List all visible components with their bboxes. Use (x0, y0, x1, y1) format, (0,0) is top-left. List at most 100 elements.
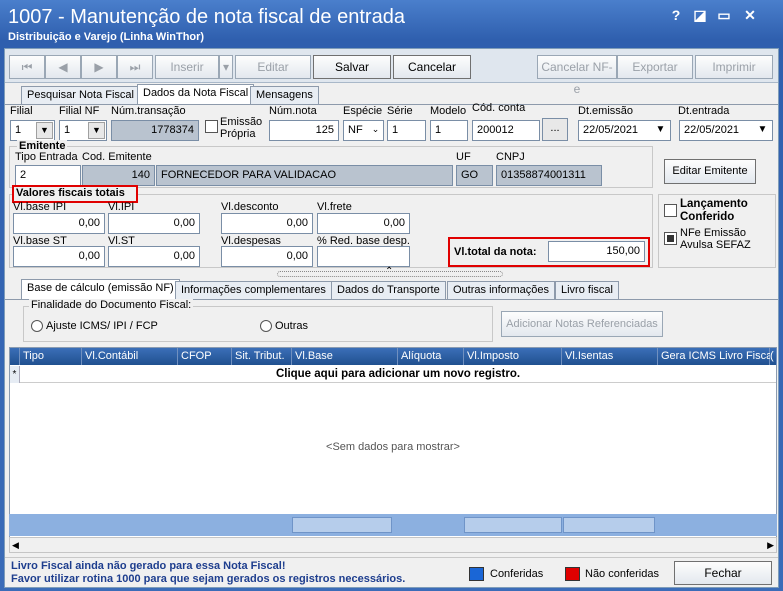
col-vl-base[interactable]: Vl.Base (292, 348, 398, 365)
window-title: 1007 - Manutenção de nota fiscal de entr… (8, 6, 405, 28)
dt-emissao-label: Dt.emissão (578, 105, 634, 117)
tab-mensagens[interactable]: Mensagens (250, 86, 319, 105)
main-panel: ⏮ ◀ ▶ ⏭ Inserir ▾ Editar Salvar Cancelar… (4, 48, 779, 588)
dt-emissao-field[interactable]: 22/05/2021 ▼ (578, 120, 671, 141)
vl-ipi-field[interactable]: 0,00 (108, 213, 200, 234)
ajuste-label: Ajuste ICMS/ IPI / FCP (46, 320, 158, 332)
conferidas-label: Conferidas (490, 568, 544, 580)
outras-radio[interactable] (260, 320, 272, 332)
tab-info-complementares[interactable]: Informações complementares (175, 281, 332, 300)
vl-st-field[interactable]: 0,00 (108, 246, 200, 267)
prev-record-button[interactable]: ◀ (45, 55, 81, 79)
scroll-left-icon[interactable]: ◀ (12, 538, 19, 552)
especie-select[interactable]: NF ⌄ (343, 120, 384, 141)
emissao-propria-checkbox[interactable] (205, 120, 218, 133)
salvar-button[interactable]: Salvar (313, 55, 391, 79)
horizontal-scrollbar[interactable]: ◀ ▶ (9, 537, 777, 553)
chevron-down-icon[interactable]: ▼ (754, 122, 771, 139)
editar-emitente-button[interactable]: Editar Emitente (664, 159, 756, 184)
filial-select[interactable]: 1 ▼ (10, 120, 55, 141)
vl-base-ipi-label: Vl.base IPI (13, 201, 67, 213)
tab-pesquisar[interactable]: Pesquisar Nota Fiscal (21, 86, 140, 105)
num-transacao-label: Núm.transação (111, 105, 186, 117)
imprimir-button[interactable]: Imprimir (695, 55, 773, 79)
footer-vl-imposto (464, 517, 562, 533)
serie-field[interactable]: 1 (387, 120, 426, 141)
cod-emitente-label: Cod. Emitente (82, 151, 152, 163)
dt-entrada-label: Dt.entrada (678, 105, 730, 117)
col-cfop[interactable]: CFOP (178, 348, 232, 365)
col-vl-imposto[interactable]: Vl.Imposto (464, 348, 562, 365)
adicionar-notas-button[interactable]: Adicionar Notas Referenciadas (501, 311, 663, 337)
modelo-label: Modelo (430, 105, 467, 117)
first-record-button[interactable]: ⏮ (9, 55, 45, 79)
vl-ipi-label: Vl.IPI (108, 201, 135, 213)
tab-dados-transporte[interactable]: Dados do Transporte (331, 281, 446, 300)
chevron-down-icon[interactable]: ▼ (36, 122, 53, 139)
col-sit-tribut[interactable]: Sit. Tribut. (232, 348, 292, 365)
window-subtitle: Distribuição e Varejo (Linha WinThor) (8, 31, 205, 43)
empty-message: <Sem dados para mostrar> (326, 441, 460, 453)
uf-label: UF (456, 151, 471, 163)
editar-button[interactable]: Editar (235, 55, 311, 79)
cancelar-button[interactable]: Cancelar (393, 55, 471, 79)
nao-conferidas-swatch (565, 567, 580, 581)
chevron-down-icon[interactable]: ▼ (88, 122, 105, 139)
vl-base-ipi-field[interactable]: 0,00 (13, 213, 105, 234)
scroll-right-icon[interactable]: ▶ (767, 538, 774, 552)
dt-emissao-value: 22/05/2021 (583, 124, 639, 136)
vl-desconto-field[interactable]: 0,00 (221, 213, 313, 234)
col-vl-contabil[interactable]: Vl.Contábil (82, 348, 178, 365)
fechar-button[interactable]: Fechar (674, 561, 772, 585)
new-row-indicator: * (10, 366, 20, 383)
new-row-link[interactable]: Clique aqui para adicionar um novo regis… (20, 366, 776, 383)
cod-conta-lookup-button[interactable]: ... (542, 118, 568, 141)
tipo-entrada-field[interactable]: 2 (15, 165, 81, 186)
col-gera-icms[interactable]: Gera ICMS Livro Fiscal (658, 348, 775, 365)
ajuste-radio[interactable] (31, 320, 43, 332)
valores-fiscais-label: Valores fiscais totais (16, 187, 125, 199)
filial-nf-select[interactable]: 1 ▼ (59, 120, 107, 141)
num-nota-label: Núm.nota (269, 105, 317, 117)
nfe-avulsa-label: NFe Emissão Avulsa SEFAZ (680, 227, 751, 251)
tab-base-calculo[interactable]: Base de cálculo (emissão NF) (21, 279, 180, 300)
filial-value: 1 (15, 124, 22, 136)
minimize-icon[interactable]: ▭ (714, 7, 734, 24)
modelo-field[interactable]: 1 (430, 120, 468, 141)
vl-despesas-field[interactable]: 0,00 (221, 246, 313, 267)
filial-nf-label: Filial NF (59, 105, 100, 117)
tab-dados-nota[interactable]: Dados da Nota Fiscal (137, 84, 255, 105)
chevron-up-icon[interactable]: ⌃ (385, 266, 393, 277)
next-record-button[interactable]: ▶ (81, 55, 117, 79)
red-base-field[interactable] (317, 246, 410, 267)
last-record-button[interactable]: ⏭ (117, 55, 153, 79)
exportar-button[interactable]: Exportar (617, 55, 693, 79)
cod-conta-field[interactable]: 200012 (472, 120, 540, 141)
restore-icon[interactable]: ◪ (690, 7, 710, 24)
col-vl-isentas[interactable]: Vl.Isentas (562, 348, 658, 365)
filial-nf-value: 1 (64, 124, 71, 136)
especie-value: NF (348, 124, 363, 136)
chevron-down-icon[interactable]: ▼ (652, 122, 669, 139)
vl-frete-label: Vl.frete (317, 201, 352, 213)
status-line2: Favor utilizar rotina 1000 para que seja… (11, 573, 406, 585)
col-tipo[interactable]: Tipo (20, 348, 82, 365)
uf-field: GO (456, 165, 493, 186)
lancamento-conferido-checkbox[interactable] (664, 204, 677, 217)
vl-total-field[interactable]: 150,00 (548, 241, 645, 262)
nfe-avulsa-checkbox[interactable] (664, 232, 677, 245)
close-icon[interactable]: ✕ (740, 7, 760, 24)
tab-outras-informacoes[interactable]: Outras informações (447, 281, 555, 300)
num-nota-field[interactable]: 125 (269, 120, 339, 141)
tab-livro-fiscal[interactable]: Livro fiscal (555, 281, 619, 300)
inserir-button[interactable]: Inserir (155, 55, 219, 79)
vl-base-st-field[interactable]: 0,00 (13, 246, 105, 267)
vl-frete-field[interactable]: 0,00 (317, 213, 410, 234)
col-aliquota[interactable]: Alíquota (398, 348, 464, 365)
inserir-dropdown-icon[interactable]: ▾ (219, 55, 233, 79)
chevron-down-icon[interactable]: ⌄ (369, 122, 382, 139)
especie-label: Espécie (343, 105, 383, 117)
help-icon[interactable]: ? (666, 7, 686, 23)
dt-entrada-field[interactable]: 22/05/2021 ▼ (679, 120, 773, 141)
cancelar-nfe-button[interactable]: Cancelar NF-e (537, 55, 617, 96)
